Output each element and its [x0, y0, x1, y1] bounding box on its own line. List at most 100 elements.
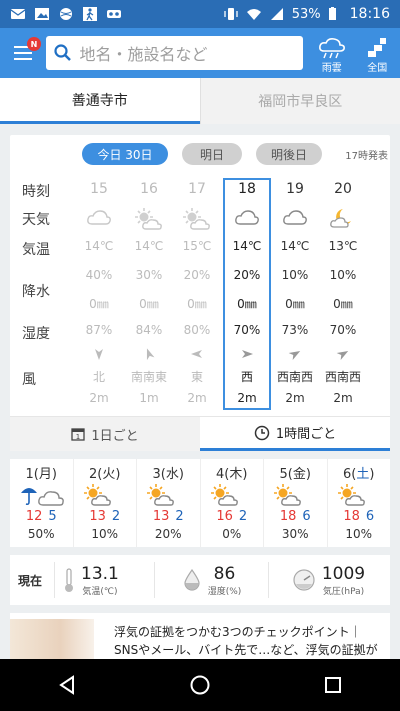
- day-label-text: 1(月): [25, 467, 57, 482]
- rain-cloud-icon: [318, 38, 345, 59]
- hour-temp: 13℃: [328, 239, 358, 253]
- day-label: 5(金): [264, 463, 327, 482]
- sun-cloud-icon: [135, 208, 162, 230]
- hour-column: 17 15℃ 20% 0㎜ 80% 東 2m: [173, 177, 221, 417]
- hour-column: 16 14℃ 30% 0㎜ 84% 南南東 1m: [125, 177, 173, 417]
- clock-icon: [254, 425, 270, 440]
- label-time: 時刻: [22, 184, 50, 200]
- day-label: 2(火): [74, 463, 137, 482]
- day-high: 13: [152, 509, 170, 524]
- menu-button[interactable]: N: [0, 28, 46, 78]
- hour-humidity: 80%: [183, 323, 211, 337]
- day-weather-icon: [210, 483, 240, 511]
- hour-wind-dir: 西南西: [324, 370, 361, 384]
- tab-fukuoka-sawara[interactable]: 福岡市早良区: [199, 78, 400, 124]
- announce-time: 17時発表: [345, 151, 388, 162]
- weekly-day[interactable]: 6(土) 18 6 10%: [326, 459, 391, 547]
- hour-wind-arrow: [125, 347, 173, 364]
- navigation-bar: [0, 659, 400, 711]
- clock: 18:16: [349, 6, 390, 22]
- metric-humidity: 86 湿度(%): [154, 562, 268, 598]
- tab-daily[interactable]: 1 1日ごと: [10, 417, 200, 451]
- hour-wind-arrow: [75, 347, 123, 364]
- droplet-icon: [184, 568, 200, 591]
- day-label-text: 2(火): [89, 467, 121, 482]
- label-humidity: 湿度: [22, 326, 50, 342]
- wind-arrow-icon: [95, 349, 103, 360]
- svg-text:1: 1: [76, 433, 80, 441]
- tab-zentsuji[interactable]: 善通寺市: [0, 78, 200, 124]
- hour-column: 20 13℃ 10% 0㎜ 70% 西南西 2m: [319, 177, 367, 417]
- home-icon[interactable]: [189, 674, 211, 696]
- weekly-day[interactable]: 4(木) 16 2 0%: [199, 459, 264, 547]
- day-low: 2: [111, 509, 121, 524]
- search-input[interactable]: 地名・施設名など: [80, 41, 208, 65]
- day-temps: 16 2: [201, 509, 264, 524]
- tab-hourly[interactable]: 1時間ごと: [200, 417, 390, 451]
- day-weather-icon: [19, 483, 67, 511]
- hour-hour: 20: [334, 181, 352, 197]
- news-thumbnail: [10, 619, 94, 659]
- day-label-suffix: ): [369, 467, 375, 482]
- hour-wind-dir: 西南西: [276, 370, 313, 384]
- day-precip: 20%: [154, 527, 182, 541]
- hour-humidity: 70%: [329, 323, 357, 337]
- back-icon[interactable]: [56, 674, 78, 696]
- rain-radar-button[interactable]: 雨雲: [309, 28, 355, 78]
- temp-value: 13.1: [81, 563, 119, 584]
- wind-arrow-icon: [191, 350, 202, 358]
- nationwide-label: 全国: [367, 63, 388, 74]
- gauge-icon: [293, 569, 315, 591]
- day-label-text: 5(金): [279, 467, 311, 482]
- label-precip: 降水: [22, 284, 50, 300]
- hour-wind-dir: 東: [190, 370, 203, 384]
- day-pill-tomorrow[interactable]: 明日: [182, 143, 242, 165]
- day-precip: 10%: [91, 527, 119, 541]
- nationwide-button[interactable]: 全国: [354, 28, 400, 78]
- new-badge: N: [27, 37, 41, 51]
- weekly-day[interactable]: 5(金) 18 6 30%: [263, 459, 327, 547]
- hourly-forecast-card: 今日 30日 明日 明後日 17時発表 時刻 天気 気温 降水 湿度 風 15 1…: [10, 135, 390, 451]
- day-low: 5: [48, 509, 57, 524]
- cloud-icon: [87, 210, 111, 225]
- day-high: 18: [279, 509, 297, 524]
- hour-hour: 15: [90, 181, 108, 197]
- recents-icon[interactable]: [322, 674, 344, 696]
- hour-weather-icon: [319, 207, 367, 232]
- hour-wind-dir: 南南東: [130, 370, 167, 384]
- weekly-day[interactable]: 1(月) 12 5 50%: [10, 459, 73, 547]
- news-item[interactable]: 浮気の証拠をつかむ3つのチェックポイント｜ SNSやメール、バイト先で…など、浮…: [10, 613, 390, 659]
- day-weather-icon: [83, 483, 113, 511]
- moon-cloud-icon: [330, 209, 351, 228]
- notification-icons: [10, 7, 122, 21]
- weekly-day[interactable]: 3(水) 13 2 20%: [136, 459, 200, 547]
- day-label-text: 3(水): [152, 467, 184, 482]
- day-temps: 18 6: [328, 509, 391, 524]
- day-label: 6(土): [328, 463, 391, 482]
- tab-hourly-label: 1時間ごと: [275, 427, 337, 442]
- current-conditions: 現在 13.1 気温(℃) 86 湿度(%) 1009 気圧(hPa): [10, 555, 390, 605]
- hour-humidity: 73%: [281, 323, 309, 337]
- hour-mm: 0㎜: [333, 297, 353, 311]
- hour-mm: 0㎜: [139, 297, 159, 311]
- current-hour-highlight: [223, 178, 271, 410]
- hour-weather-icon: [173, 207, 221, 234]
- pressure-label: 気圧(hPa): [322, 586, 365, 597]
- rain-cloud-icon: [21, 488, 64, 506]
- day-temps: 12 5: [10, 509, 73, 524]
- temp-label: 気温(℃): [82, 586, 118, 597]
- sun-cloud-icon: [183, 208, 210, 230]
- day-pill-day-after[interactable]: 明後日: [256, 143, 322, 165]
- weekly-day[interactable]: 2(火) 13 2 10%: [72, 459, 137, 547]
- japan-map-icon: [368, 38, 387, 57]
- hour-wind-arrow: [319, 347, 367, 364]
- pressure-value: 1009: [321, 563, 366, 584]
- news-headline: 浮気の証拠をつかむ3つのチェックポイント｜ SNSやメール、バイト先で…など、浮…: [114, 623, 384, 659]
- metric-temperature: 13.1 気温(℃): [54, 562, 154, 598]
- hour-pop: 10%: [281, 268, 309, 282]
- rain-label: 雨雲: [321, 63, 342, 74]
- hour-wind-speed: 2m: [333, 391, 353, 405]
- search-box[interactable]: 地名・施設名など: [45, 36, 303, 70]
- hour-mm: 0㎜: [285, 297, 305, 311]
- day-pill-today[interactable]: 今日 30日: [82, 143, 168, 165]
